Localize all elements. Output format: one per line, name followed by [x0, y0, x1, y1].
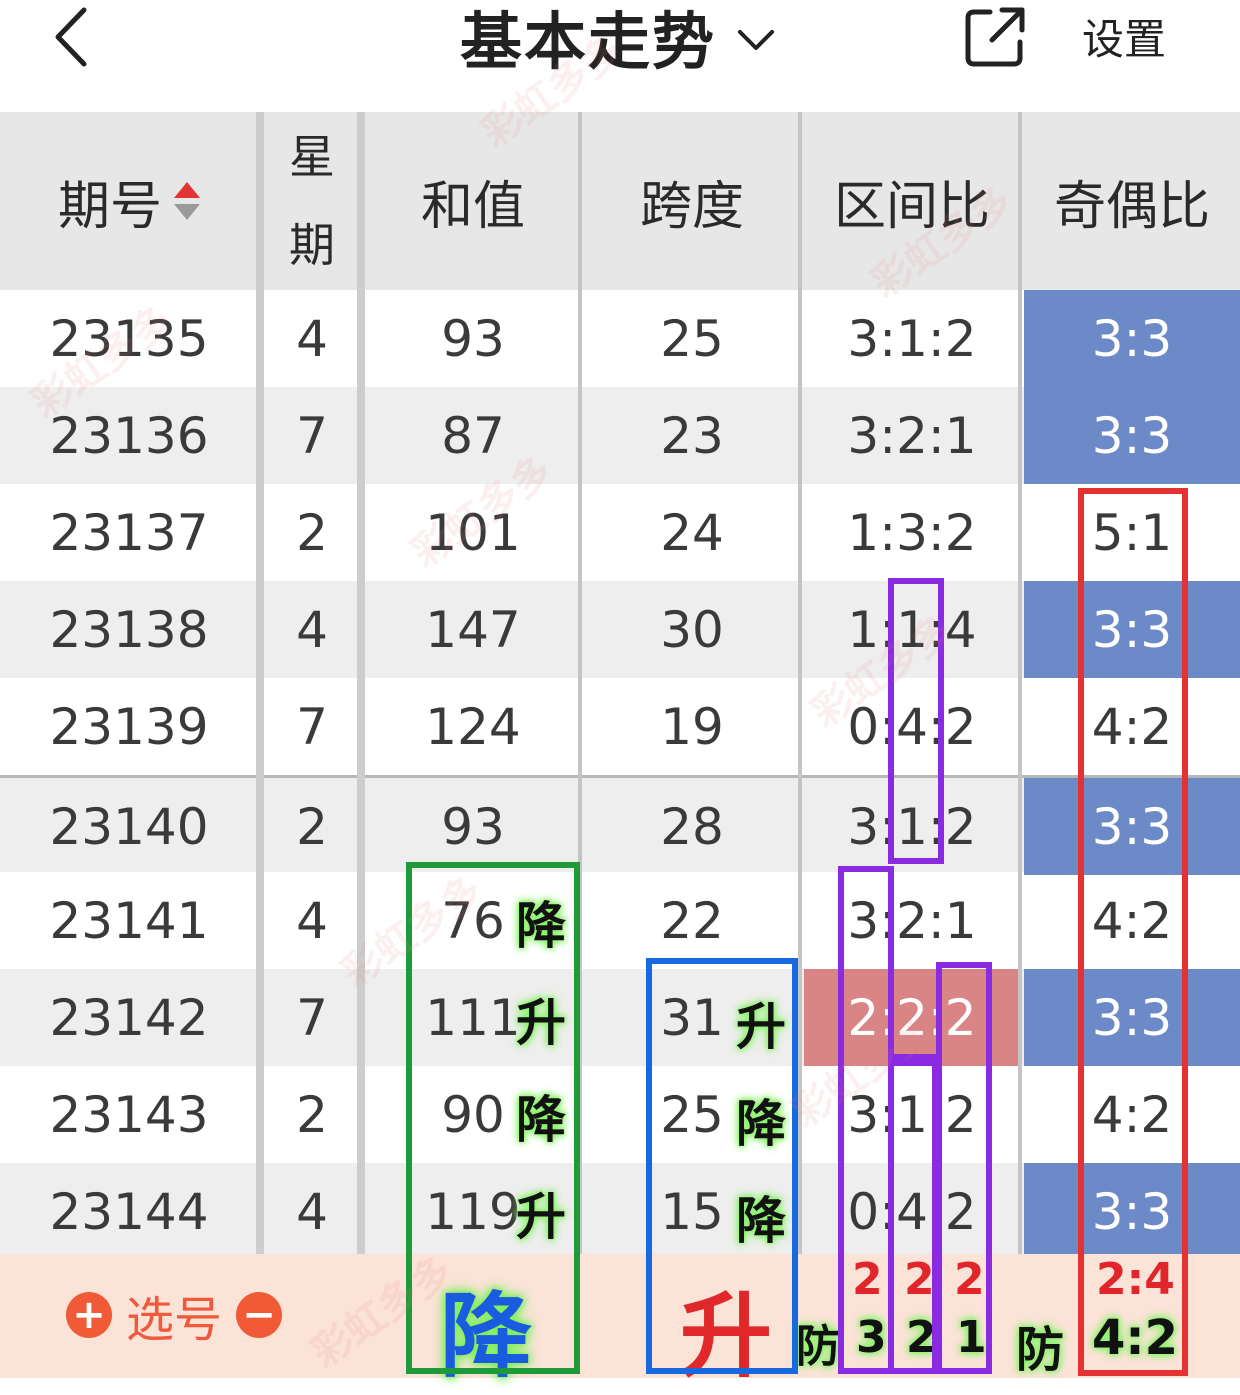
table-row: 23140 2 93 28 3:1:2 3:3 [0, 775, 1240, 875]
span-cell: 25 [660, 309, 724, 368]
odd-even-cell: 3:3 [1024, 290, 1240, 387]
pick-label[interactable]: 选号 [126, 1280, 222, 1350]
header-sum: 和值 [420, 176, 525, 237]
week-cell: 7 [296, 988, 328, 1047]
zone-highlight-box [936, 962, 992, 1374]
issue-cell: 23135 [49, 309, 209, 368]
sum-highlight-box [406, 862, 580, 1374]
week-cell: 2 [296, 1085, 328, 1144]
week-cell: 4 [296, 600, 328, 659]
span-highlight-box [646, 958, 798, 1374]
header-week-bottom: 期 [289, 218, 335, 272]
zone-highlight-box [838, 866, 894, 1374]
header-week: 星 期 [262, 112, 362, 290]
issue-cell: 23139 [49, 697, 209, 756]
week-cell: 4 [296, 891, 328, 950]
span-cell: 22 [660, 891, 724, 950]
sort-icon[interactable] [174, 182, 200, 220]
sum-cell: 147 [425, 600, 521, 659]
minus-circle-icon[interactable]: − [236, 1292, 283, 1338]
table-row: 23144 4 119 15 0:4:2 3:3 [0, 1163, 1240, 1260]
issue-cell: 23137 [49, 503, 209, 562]
share-icon[interactable] [960, 2, 1030, 72]
zone-cell: 3:2:1 [847, 891, 977, 950]
column-divider [357, 112, 365, 1254]
pick-number-control: + 选号 − [66, 1280, 283, 1350]
zone-cell: 3:2:1 [847, 406, 977, 465]
week-cell: 2 [296, 503, 328, 562]
zone-cell: 1:3:2 [847, 503, 977, 562]
week-cell: 7 [296, 697, 328, 756]
sum-cell: 101 [425, 503, 521, 562]
table-row: 23143 2 90 25 3:1:2 4:2 [0, 1066, 1240, 1163]
table-row: 23137 2 101 24 1:3:2 5:1 [0, 484, 1240, 581]
odd-even-highlight-box [1078, 488, 1188, 1376]
settings-button[interactable]: 设置 [1082, 6, 1166, 67]
header-week-top: 星 [289, 130, 335, 184]
week-cell: 7 [296, 406, 328, 465]
table-row: 23142 7 111 31 2:2:2 3:3 [0, 969, 1240, 1066]
column-divider [256, 112, 264, 1254]
issue-cell: 23141 [49, 891, 209, 950]
zone-cell: 3:1:2 [847, 309, 977, 368]
span-cell: 19 [660, 697, 724, 756]
table-row: 23136 7 87 23 3:2:1 3:3 [0, 387, 1240, 484]
header-odd-even: 奇偶比 [1053, 176, 1210, 237]
zone-highlight-box [888, 1054, 942, 1064]
header-issue-label: 期号 [57, 176, 162, 237]
issue-cell: 23144 [49, 1182, 209, 1241]
sum-cell: 93 [441, 797, 505, 856]
column-divider [1018, 112, 1022, 1254]
zone-highlight-box [888, 578, 944, 864]
header-issue[interactable]: 期号 [0, 112, 258, 290]
week-cell: 4 [296, 1182, 328, 1241]
header-span: 跨度 [639, 176, 744, 237]
plus-circle-icon[interactable]: + [66, 1292, 112, 1338]
zone-highlight-box [888, 1060, 938, 1374]
zone-guard-label: 防 [796, 1321, 840, 1372]
title-dropdown[interactable]: 基本走势 [460, 0, 778, 78]
span-cell: 23 [660, 406, 724, 465]
chevron-down-icon [738, 30, 775, 50]
table-header: 期号 星 期 和值 跨度 区间比 奇偶比 [0, 112, 1240, 290]
sum-cell: 93 [441, 309, 505, 368]
issue-cell: 23142 [49, 988, 209, 1047]
table-row: 23141 4 76 22 3:2:1 4:2 [0, 872, 1240, 969]
table-row: 23135 4 93 25 3:1:2 3:3 [0, 290, 1240, 387]
header-zone-ratio: 区间比 [833, 176, 990, 237]
sum-cell: 124 [425, 697, 521, 756]
odd-even-cell: 3:3 [1024, 387, 1240, 484]
oe-guard-label: 防 [1016, 1322, 1065, 1378]
issue-cell: 23136 [49, 406, 209, 465]
page-title: 基本走势 [460, 5, 717, 78]
week-cell: 4 [296, 309, 328, 368]
span-cell: 30 [660, 600, 724, 659]
top-bar: 基本走势 设置 [0, 0, 1240, 112]
span-cell: 28 [660, 797, 724, 856]
chevron-left-icon[interactable] [40, 2, 110, 72]
issue-cell: 23140 [49, 797, 209, 856]
issue-cell: 23138 [49, 600, 209, 659]
column-divider [798, 112, 802, 1254]
sum-cell: 87 [441, 406, 505, 465]
span-cell: 24 [660, 503, 724, 562]
issue-cell: 23143 [49, 1085, 209, 1144]
week-cell: 2 [296, 797, 328, 856]
table-row: 23138 4 147 30 1:1:4 3:3 [0, 581, 1240, 678]
table-row: 23139 7 124 19 0:4:2 4:2 [0, 678, 1240, 775]
